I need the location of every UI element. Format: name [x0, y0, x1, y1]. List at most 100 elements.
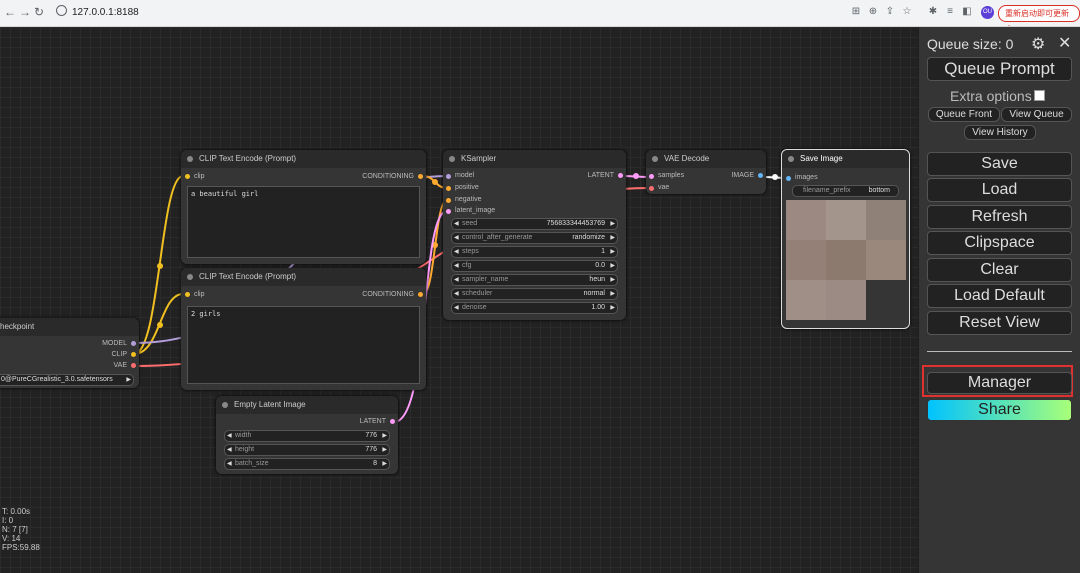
load-button[interactable]: Load — [927, 178, 1072, 202]
reading-list-icon[interactable]: ≡ — [944, 6, 956, 18]
decrement-arrow-icon[interactable]: ◀ — [454, 233, 459, 243]
view-queue-button[interactable]: View Queue — [1001, 107, 1072, 122]
reload-icon[interactable]: ↻ — [34, 5, 44, 19]
reset-view-button[interactable]: Reset View — [927, 311, 1072, 335]
sampler-name-widget[interactable]: ◀ sampler_name heun ▶ — [451, 274, 618, 286]
output-slot-dot[interactable] — [758, 173, 763, 178]
input-slot-dot[interactable] — [446, 209, 451, 214]
increment-arrow-icon[interactable]: ▶ — [610, 247, 615, 257]
denoise-widget[interactable]: ◀ denoise 1.00 ▶ — [451, 302, 618, 314]
clip-text-encode-node-2[interactable]: CLIP Text Encode (Prompt) clip CONDITION… — [181, 268, 426, 390]
input-slot-dot[interactable] — [649, 174, 654, 179]
clip-text-encode-node-1[interactable]: CLIP Text Encode (Prompt) clip CONDITION… — [181, 150, 426, 264]
height-widget[interactable]: ◀ height 776 ▶ — [224, 444, 390, 456]
bookmark-star-icon[interactable]: ☆ — [901, 6, 913, 18]
output-slot-dot[interactable] — [131, 352, 136, 357]
input-slot-dot[interactable] — [446, 186, 451, 191]
input-slot-dot[interactable] — [786, 176, 791, 181]
scheduler-widget[interactable]: ◀ scheduler normal ▶ — [451, 288, 618, 300]
extensions-icon[interactable]: ✱ — [927, 6, 939, 18]
preview-thumbnail[interactable] — [826, 240, 866, 280]
output-slot-dot[interactable] — [131, 363, 136, 368]
prompt-textarea[interactable]: a beautiful girl — [187, 186, 420, 258]
share-button[interactable]: Share — [927, 399, 1072, 421]
increment-arrow-icon[interactable]: ▶ — [610, 261, 615, 271]
steps-widget[interactable]: ◀ steps 1 ▶ — [451, 246, 618, 258]
node-title[interactable]: Save Image — [782, 150, 909, 168]
increment-arrow-icon[interactable]: ▶ — [610, 219, 615, 229]
increment-arrow-icon[interactable]: ▶ — [382, 459, 387, 469]
node-title[interactable]: VAE Decode — [646, 150, 766, 168]
empty-latent-image-node[interactable]: Empty Latent Image LATENT ◀ width 776 ▶ ◀ he… — [216, 396, 398, 474]
input-slot-dot[interactable] — [185, 174, 190, 179]
preview-thumbnail[interactable] — [866, 240, 906, 280]
translate-icon[interactable]: ⊞ — [850, 6, 862, 18]
decrement-arrow-icon[interactable]: ◀ — [227, 431, 232, 441]
manager-button[interactable]: Manager — [927, 372, 1072, 394]
decrement-arrow-icon[interactable]: ◀ — [454, 219, 459, 229]
decrement-arrow-icon[interactable]: ◀ — [454, 303, 459, 313]
node-title[interactable]: KSampler — [443, 150, 626, 168]
save-button[interactable]: Save — [927, 152, 1072, 176]
cfg-widget[interactable]: ◀ cfg 0.0 ▶ — [451, 260, 618, 272]
settings-gear-icon[interactable]: ⚙ — [1031, 34, 1045, 54]
preview-thumbnail[interactable] — [786, 280, 826, 320]
clipspace-button[interactable]: Clipspace — [927, 231, 1072, 255]
graph-canvas[interactable]: CLIP Text Encode (Prompt) clip CONDITION… — [0, 27, 918, 573]
input-slot-dot[interactable] — [185, 292, 190, 297]
zoom-icon[interactable]: ⊕ — [867, 6, 879, 18]
output-slot-dot[interactable] — [418, 174, 423, 179]
node-title[interactable]: CLIP Text Encode (Prompt) — [181, 268, 426, 286]
view-history-button[interactable]: View History — [964, 125, 1036, 140]
increment-arrow-icon[interactable]: ▶ — [610, 289, 615, 299]
save-image-node[interactable]: Save Image images filename_prefix bottom — [781, 149, 910, 329]
input-slot-dot[interactable] — [446, 174, 451, 179]
decrement-arrow-icon[interactable]: ◀ — [227, 445, 232, 455]
address-bar[interactable]: 127.0.0.1:8188 — [56, 4, 836, 22]
load-default-button[interactable]: Load Default — [927, 284, 1072, 308]
prompt-textarea[interactable]: 2 girls — [187, 306, 420, 384]
preview-thumbnail[interactable] — [826, 200, 866, 240]
control-after-generate-widget[interactable]: ◀ control_after_generate randomize ▶ — [451, 232, 618, 244]
profile-avatar[interactable]: OU — [981, 6, 994, 19]
output-slot-dot[interactable] — [131, 341, 136, 346]
increment-arrow-icon[interactable]: ▶ — [610, 303, 615, 313]
image-preview-grid[interactable] — [786, 200, 906, 320]
combo-arrow-icon[interactable]: ▶ — [126, 375, 131, 385]
refresh-button[interactable]: Refresh — [927, 205, 1072, 229]
batch-size-widget[interactable]: ◀ batch_size 8 ▶ — [224, 458, 390, 470]
queue-prompt-button[interactable]: Queue Prompt — [927, 57, 1072, 81]
decrement-arrow-icon[interactable]: ◀ — [454, 275, 459, 285]
close-icon[interactable]: ✕ — [1058, 33, 1071, 53]
site-info-icon[interactable] — [56, 5, 67, 16]
side-panel-icon[interactable]: ◧ — [961, 6, 973, 18]
queue-front-button[interactable]: Queue Front — [928, 107, 1000, 122]
preview-thumbnail[interactable] — [826, 280, 866, 320]
increment-arrow-icon[interactable]: ▶ — [610, 275, 615, 285]
output-slot-dot[interactable] — [390, 419, 395, 424]
node-title[interactable]: CLIP Text Encode (Prompt) — [181, 150, 426, 168]
vae-decode-node[interactable]: VAE Decode samples vae IMAGE — [646, 150, 766, 194]
extra-options-checkbox[interactable] — [1034, 90, 1045, 101]
checkpoint-loader-node[interactable]: heckpoint MODEL CLIP VAE 0@PureCGrealist… — [0, 318, 139, 388]
preview-thumbnail[interactable] — [786, 200, 826, 240]
back-icon[interactable]: ← — [4, 5, 16, 19]
output-slot-dot[interactable] — [418, 292, 423, 297]
increment-arrow-icon[interactable]: ▶ — [610, 233, 615, 243]
ksampler-node[interactable]: KSampler model positive negative latent_… — [443, 150, 626, 320]
node-title[interactable]: heckpoint — [0, 318, 139, 336]
preview-thumbnail[interactable] — [866, 200, 906, 240]
update-button[interactable]: 重新启动即可更新 ⋮ — [998, 5, 1080, 33]
decrement-arrow-icon[interactable]: ◀ — [454, 289, 459, 299]
increment-arrow-icon[interactable]: ▶ — [382, 445, 387, 455]
seed-widget[interactable]: ◀ seed 756833344453769 ▶ — [451, 218, 618, 230]
decrement-arrow-icon[interactable]: ◀ — [454, 261, 459, 271]
filename-prefix-widget[interactable]: filename_prefix bottom — [792, 185, 899, 197]
output-slot-dot[interactable] — [618, 173, 623, 178]
node-title[interactable]: Empty Latent Image — [216, 396, 398, 414]
preview-thumbnail[interactable] — [786, 240, 826, 280]
clear-button[interactable]: Clear — [927, 258, 1072, 282]
decrement-arrow-icon[interactable]: ◀ — [227, 459, 232, 469]
input-slot-dot[interactable] — [649, 186, 654, 191]
width-widget[interactable]: ◀ width 776 ▶ — [224, 430, 390, 442]
